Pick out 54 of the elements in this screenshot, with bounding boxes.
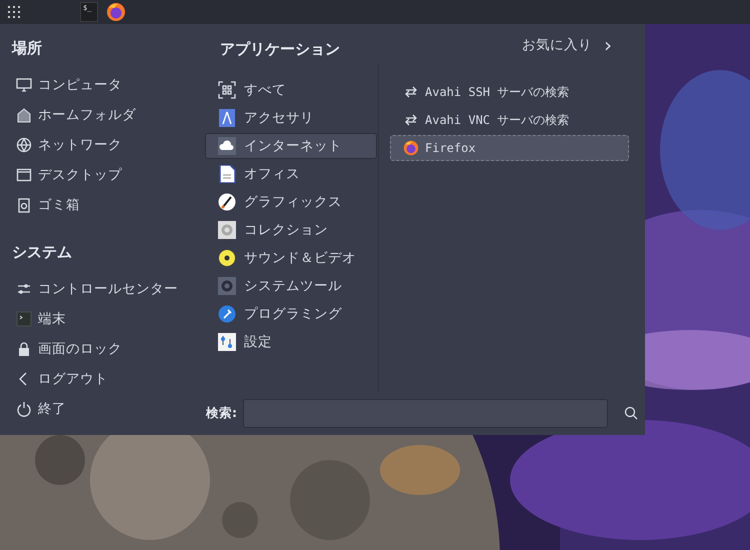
app-item[interactable]: Firefox [390, 135, 629, 161]
trash-icon [16, 197, 32, 213]
category-item[interactable]: コレクション [205, 217, 377, 243]
menu-item[interactable]: ゴミ箱 [38, 196, 80, 214]
home-icon [16, 107, 32, 123]
section-heading: システム [12, 242, 72, 262]
section-heading: アプリケーション [220, 39, 340, 59]
document-icon [218, 165, 236, 183]
category-item[interactable]: サウンド＆ビデオ [205, 245, 377, 271]
power-icon [16, 401, 32, 417]
menu-item[interactable]: ログアウト [38, 370, 108, 388]
palette-icon [218, 193, 236, 211]
window-icon [16, 167, 32, 183]
search-label: 検索: [206, 404, 237, 422]
app-item[interactable]: Avahi VNC サーバの検索 [390, 107, 629, 133]
menu-item[interactable]: コンピュータ [38, 76, 122, 94]
menu-item[interactable]: ネットワーク [38, 136, 122, 154]
cloud-icon [218, 137, 236, 155]
category-item[interactable]: システムツール [205, 273, 377, 299]
menu-item[interactable]: 終了 [38, 400, 66, 418]
sliders-icon [16, 281, 32, 297]
menu-item[interactable]: ホームフォルダ [38, 106, 136, 124]
gear-icon [218, 221, 236, 239]
app-item[interactable]: Avahi SSH サーバの検索 [390, 79, 629, 105]
lock-icon [16, 341, 32, 357]
gear-icon [218, 277, 236, 295]
globe-icon [16, 137, 32, 153]
search-field[interactable] [243, 398, 608, 428]
search-icon [624, 406, 638, 420]
firefox-icon[interactable] [106, 2, 126, 22]
favorites-link[interactable]: お気に入り › [522, 36, 612, 54]
terminal-icon [16, 311, 32, 327]
settings-icon [218, 333, 236, 351]
category-item[interactable]: すべて [205, 77, 377, 103]
exchange-arrows-icon [403, 84, 419, 100]
category-item[interactable]: インターネット [205, 133, 377, 159]
disc-icon [218, 249, 236, 267]
hammer-icon [218, 305, 236, 323]
category-item[interactable]: 設定 [205, 329, 377, 355]
menu-item[interactable]: デスクトップ [38, 166, 122, 184]
category-item[interactable]: グラフィックス [205, 189, 377, 215]
menu-item[interactable]: 端末 [38, 310, 66, 328]
category-item[interactable]: アクセサリ [205, 105, 377, 131]
category-item[interactable]: オフィス [205, 161, 377, 187]
section-heading: 場所 [12, 38, 42, 58]
firefox-icon [403, 140, 419, 156]
apps-grid-icon [8, 6, 20, 18]
menu-item[interactable]: コントロールセンター [38, 280, 178, 298]
category-item[interactable]: プログラミング [205, 301, 377, 327]
compass-icon [218, 109, 236, 127]
menu-item[interactable]: 画面のロック [38, 340, 122, 358]
scan-frame-icon [218, 81, 236, 99]
exchange-arrows-icon [403, 112, 419, 128]
monitor-icon [16, 77, 32, 93]
